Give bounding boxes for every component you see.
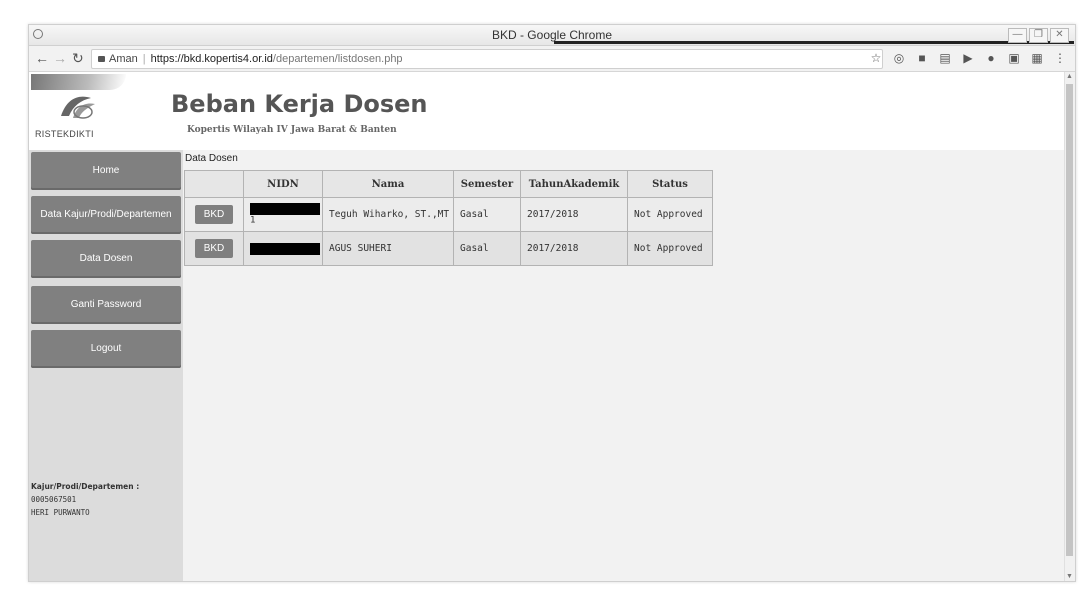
column-header-nama: Nama (322, 170, 454, 198)
sidebar-item-logout[interactable]: Logout (31, 330, 181, 368)
nidn-visible-digit: 1 (250, 215, 256, 226)
window-title: BKD - Google Chrome (491, 28, 613, 42)
scrollbar-thumb[interactable] (1066, 84, 1073, 556)
table-row: BKD AGUS SUHERI Gasal 2017/2018 Not Appr… (184, 231, 713, 266)
extension-dot-icon[interactable]: ● (984, 51, 998, 65)
table-row: BKD 1 Teguh Wiharko, ST.,MT Gasal 2017/2… (184, 197, 713, 232)
browser-window: o BKD - Google Chrome — ❐ ✕ ← → ↻ Aman | h… (28, 24, 1076, 582)
site-logo: RISTEKDIKTI (29, 72, 139, 150)
status-cell: Not Approved (627, 231, 713, 266)
extension-puzzle-icon[interactable]: ■ (915, 51, 929, 65)
address-separator: | (142, 53, 146, 65)
menu-dots-icon[interactable]: ⋮ (1053, 51, 1067, 65)
sidebar-item-data-dosen[interactable]: Data Dosen (31, 240, 181, 278)
column-header-nidn: NIDN (243, 170, 323, 198)
logo-brand-text: RISTEKDIKTI (35, 129, 94, 139)
window-controls: — ❐ ✕ (1008, 28, 1069, 43)
sidebar-item-data-kajur[interactable]: Data Kajur/Prodi/Departemen (31, 196, 181, 234)
browser-toolbar: ← → ↻ Aman | https://bkd.kopertis4.or.id/d… (29, 46, 1075, 72)
address-bar[interactable]: Aman | https://bkd.kopertis4.or.id/departe… (91, 49, 883, 69)
extension-play-icon[interactable]: ▶ (961, 51, 975, 65)
bkd-button[interactable]: BKD (195, 239, 233, 258)
page-title: Data Dosen (185, 153, 238, 164)
main-content: Data Dosen NIDN Nama Semester TahunAkade… (183, 150, 1065, 581)
extension-window-icon[interactable]: ▦ (1030, 51, 1044, 65)
column-header-status: Status (627, 170, 713, 198)
url-host: https://bkd.kopertis4.or.id (150, 53, 273, 65)
tahun-akademik-cell: 2017/2018 (520, 197, 628, 232)
nama-cell: AGUS SUHERI (322, 231, 454, 266)
back-arrow-icon[interactable]: ← (35, 50, 49, 66)
user-info: Kajur/Prodi/Departemen : 0005067501 HERI… (31, 480, 181, 519)
forward-arrow-icon[interactable]: → (53, 50, 67, 66)
extension-box-icon[interactable]: ▣ (1007, 51, 1021, 65)
web-page: RISTEKDIKTI Beban Kerja Dosen Kopertis W… (29, 72, 1065, 581)
nidn-cell: 1 (243, 197, 323, 232)
dosen-table: NIDN Nama Semester TahunAkademik Status … (184, 170, 713, 266)
sidebar: Home Data Kajur/Prodi/Departemen Data Do… (29, 150, 183, 581)
reload-icon[interactable]: ↻ (72, 50, 84, 67)
column-header-tahun-akademik: TahunAkademik (520, 170, 628, 198)
extension-circle-icon[interactable]: ◎ (892, 51, 906, 65)
extension-doc-icon[interactable]: ▤ (938, 51, 952, 65)
tahun-akademik-cell: 2017/2018 (520, 231, 628, 266)
redacted-nidn (250, 203, 320, 215)
loading-bar (554, 41, 1074, 44)
site-header: RISTEKDIKTI Beban Kerja Dosen Kopertis W… (29, 72, 1065, 150)
user-role-label: Kajur/Prodi/Departemen : (31, 482, 140, 491)
extension-icons: ☆ ◎ ■ ▤ ▶ ● ▣ ▦ ⋮ (869, 51, 1067, 65)
scroll-up-icon[interactable]: ▲ (1066, 73, 1073, 80)
bkd-button[interactable]: BKD (195, 205, 233, 224)
minimize-icon[interactable]: — (1008, 28, 1027, 43)
site-title: Beban Kerja Dosen (171, 90, 428, 118)
sidebar-item-ganti-password[interactable]: Ganti Password (31, 286, 181, 324)
action-cell: BKD (184, 197, 244, 232)
sidebar-item-home[interactable]: Home (31, 152, 181, 190)
user-name: HERI PURWANTO (31, 508, 90, 517)
restore-icon[interactable]: ❐ (1029, 28, 1048, 43)
nidn-cell (243, 231, 323, 266)
scroll-down-icon[interactable]: ▼ (1066, 573, 1073, 580)
url-path: /departemen/listdosen.php (272, 53, 403, 65)
secure-label: Aman (109, 53, 138, 65)
status-cell: Not Approved (627, 197, 713, 232)
ristekdikti-logo-icon (61, 96, 95, 119)
nama-cell: Teguh Wiharko, ST.,MT (322, 197, 454, 232)
redacted-nidn (250, 242, 320, 255)
close-icon[interactable]: ✕ (1050, 28, 1069, 43)
column-header-action (184, 170, 244, 198)
user-id: 0005067501 (31, 495, 77, 504)
semester-cell: Gasal (453, 231, 521, 266)
lock-icon (98, 56, 105, 62)
window-titlebar: o BKD - Google Chrome — ❐ ✕ (29, 25, 1075, 46)
site-subtitle: Kopertis Wilayah IV Jawa Barat & Banten (187, 125, 397, 135)
table-header-row: NIDN Nama Semester TahunAkademik Status (184, 170, 713, 198)
semester-cell: Gasal (453, 197, 521, 232)
bookmark-star-icon[interactable]: ☆ (869, 51, 883, 65)
action-cell: BKD (184, 231, 244, 266)
column-header-semester: Semester (453, 170, 521, 198)
page-scrollbar[interactable]: ▲ ▼ (1064, 72, 1075, 581)
logo-swoosh (31, 74, 126, 90)
